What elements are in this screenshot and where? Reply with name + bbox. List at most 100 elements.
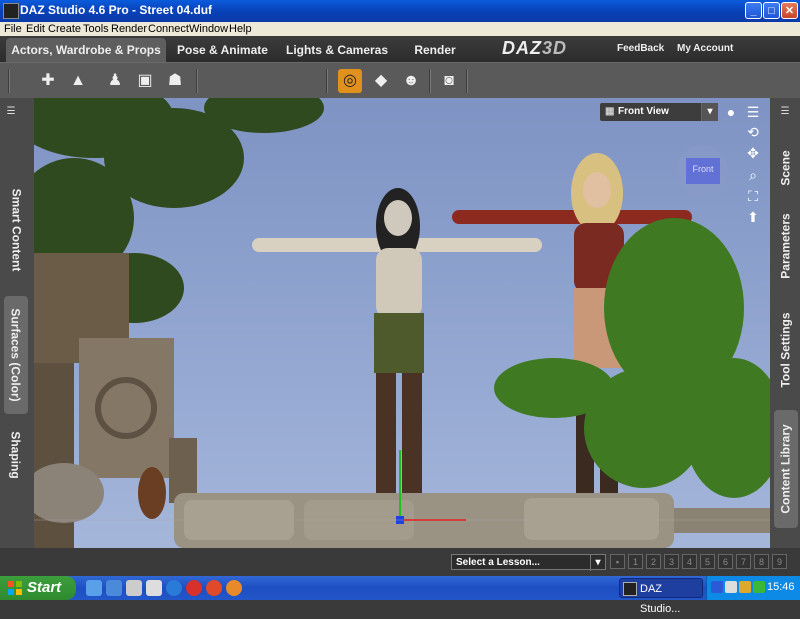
windows-flag-icon bbox=[8, 581, 22, 595]
menu-create[interactable]: Create bbox=[48, 22, 81, 36]
add-figure-icon[interactable]: ✚ bbox=[36, 69, 60, 93]
lesson-step-3[interactable]: 3 bbox=[664, 554, 679, 569]
viewport-icon: ▦ bbox=[605, 106, 615, 117]
bush-foliage-right bbox=[494, 218, 770, 498]
window-title: DAZ Studio 4.6 Pro - Street 04.duf bbox=[20, 3, 213, 17]
tab-parameters-label: Parameters bbox=[779, 213, 794, 279]
add-environment-icon[interactable]: ▲ bbox=[66, 69, 90, 93]
pane-menu-icon[interactable]: ☰ bbox=[4, 106, 18, 118]
lesson-bar: Select a Lesson... ▾ ▪ 1 2 3 4 5 6 7 8 9 bbox=[0, 548, 800, 576]
tab-tool-settings[interactable]: Tool Settings bbox=[774, 302, 798, 398]
title-bar: DAZ Studio 4.6 Pro - Street 04.duf _ □ ✕ bbox=[0, 0, 800, 22]
tab-smart-content-label: Smart Content bbox=[9, 188, 24, 272]
logo-daz: DAZ bbox=[502, 38, 542, 58]
menu-tools[interactable]: Tools bbox=[83, 22, 109, 36]
tab-surfaces-label: Surfaces (Color) bbox=[9, 308, 24, 402]
tray-icon[interactable] bbox=[711, 581, 723, 593]
daz-3d-logo: DAZ3D bbox=[502, 38, 567, 59]
zoom-icon[interactable]: ⌕ bbox=[744, 166, 762, 184]
maximize-button[interactable]: □ bbox=[763, 2, 780, 19]
tab-content-library-label: Content Library bbox=[779, 424, 793, 514]
tray-icon[interactable] bbox=[725, 581, 737, 593]
toolbar-separator bbox=[429, 69, 431, 93]
tab-scene-label: Scene bbox=[779, 150, 794, 186]
tab-lights-cameras[interactable]: Lights & Cameras bbox=[282, 38, 392, 62]
lesson-step-6[interactable]: 6 bbox=[718, 554, 733, 569]
quicklaunch-app-icon[interactable] bbox=[146, 580, 162, 596]
quicklaunch-app-icon[interactable] bbox=[126, 580, 142, 596]
tab-smart-content[interactable]: Smart Content bbox=[4, 170, 28, 290]
right-pane: ☰ Scene Parameters Tool Settings Content… bbox=[770, 98, 800, 548]
feedback-link[interactable]: FeedBack bbox=[617, 43, 664, 54]
system-tray: 15:46 bbox=[706, 576, 800, 600]
quicklaunch-ie-icon[interactable] bbox=[166, 580, 182, 596]
3d-viewport[interactable]: Front ▦ Front View ▾ ● ☰ ⟲ ✥ ⌕ ⛶ ⬆ bbox=[34, 98, 770, 548]
left-pane: ☰ Smart Content Surfaces (Color) Shaping bbox=[0, 98, 34, 548]
quicklaunch-app-icon[interactable] bbox=[206, 580, 222, 596]
toolbar-separator bbox=[466, 69, 468, 93]
dolly-icon[interactable]: ⬆ bbox=[744, 208, 762, 226]
lesson-step-7[interactable]: 7 bbox=[736, 554, 751, 569]
view-selector[interactable]: ▦ Front View ▾ bbox=[600, 103, 718, 121]
windows-taskbar: Start DAZ Studio... 15:46 bbox=[0, 576, 800, 615]
start-button[interactable]: Start bbox=[0, 576, 76, 600]
taskbar-item-daz-studio[interactable]: DAZ Studio... bbox=[619, 578, 703, 615]
quicklaunch-firefox-icon[interactable] bbox=[226, 580, 242, 596]
minimize-button[interactable]: _ bbox=[745, 2, 762, 19]
logo-3d: 3D bbox=[542, 38, 568, 58]
tray-icon[interactable] bbox=[739, 581, 751, 593]
node-selection-icon[interactable]: ◆ bbox=[369, 69, 393, 93]
menu-bar: File Edit Create Tools Render Connect Wi… bbox=[0, 22, 800, 36]
add-poses-icon[interactable]: ☗ bbox=[163, 69, 187, 93]
tray-icon[interactable] bbox=[753, 581, 765, 593]
quicklaunch-opera-icon[interactable] bbox=[186, 580, 202, 596]
tab-surfaces[interactable]: Surfaces (Color) bbox=[4, 296, 28, 414]
tab-content-library[interactable]: Content Library bbox=[774, 410, 798, 528]
menu-edit[interactable]: Edit bbox=[26, 22, 45, 36]
clay-pot bbox=[138, 467, 166, 519]
tab-pose-animate[interactable]: Pose & Animate bbox=[170, 38, 275, 62]
tray-clock: 15:46 bbox=[767, 581, 795, 593]
chevron-down-icon[interactable]: ▾ bbox=[590, 555, 605, 571]
menu-window[interactable]: Window bbox=[189, 22, 228, 36]
figure-warrior-center bbox=[252, 188, 542, 493]
pan-icon[interactable]: ✥ bbox=[744, 144, 762, 162]
tab-parameters[interactable]: Parameters bbox=[774, 206, 798, 286]
view-cube-label[interactable]: Front bbox=[688, 164, 718, 174]
menu-connect[interactable]: Connect bbox=[148, 22, 189, 36]
quicklaunch-desktop-icon[interactable] bbox=[86, 580, 102, 596]
chevron-down-icon[interactable]: ▾ bbox=[701, 103, 718, 121]
render-icon[interactable]: ◙ bbox=[437, 69, 461, 93]
toolbar-separator bbox=[196, 69, 198, 93]
pane-menu-icon[interactable]: ☰ bbox=[778, 106, 792, 118]
my-account-link[interactable]: My Account bbox=[677, 43, 733, 54]
quicklaunch-explorer-icon[interactable] bbox=[106, 580, 122, 596]
tab-scene[interactable]: Scene bbox=[774, 138, 798, 198]
lesson-step-9[interactable]: 9 bbox=[772, 554, 787, 569]
tab-actors-wardrobe-props[interactable]: Actors, Wardrobe & Props bbox=[6, 38, 166, 62]
toolbar-separator bbox=[8, 69, 10, 93]
camera-select-icon[interactable]: ● bbox=[722, 103, 740, 121]
figure-tool-icon[interactable]: ☻ bbox=[399, 69, 423, 93]
menu-render[interactable]: Render bbox=[111, 22, 147, 36]
orbit-icon[interactable]: ⟲ bbox=[744, 123, 762, 141]
menu-help[interactable]: Help bbox=[229, 22, 252, 36]
close-button[interactable]: ✕ bbox=[781, 2, 798, 19]
tab-shaping[interactable]: Shaping bbox=[4, 420, 28, 490]
menu-file[interactable]: File bbox=[4, 22, 22, 36]
surface-selection-icon[interactable]: ◎ bbox=[338, 69, 362, 93]
lesson-step-1[interactable]: 1 bbox=[628, 554, 643, 569]
add-people-icon[interactable]: ♟ bbox=[103, 69, 127, 93]
frame-icon[interactable]: ⛶ bbox=[744, 187, 762, 205]
lesson-step-8[interactable]: 8 bbox=[754, 554, 769, 569]
add-props-icon[interactable]: ▣ bbox=[133, 69, 157, 93]
viewport-menu-icon[interactable]: ☰ bbox=[744, 103, 762, 121]
lesson-step-4[interactable]: 4 bbox=[682, 554, 697, 569]
tab-render[interactable]: Render bbox=[405, 38, 465, 62]
lesson-step-5[interactable]: 5 bbox=[700, 554, 715, 569]
lesson-step-button[interactable]: ▪ bbox=[610, 554, 625, 569]
lesson-step-2[interactable]: 2 bbox=[646, 554, 661, 569]
toolbar: ✚ ▲ ♟ ▣ ☗ ◎ ◆ ☻ ◙ bbox=[0, 62, 800, 99]
carved-stone bbox=[79, 338, 174, 478]
lesson-select[interactable]: Select a Lesson... ▾ bbox=[451, 554, 606, 571]
